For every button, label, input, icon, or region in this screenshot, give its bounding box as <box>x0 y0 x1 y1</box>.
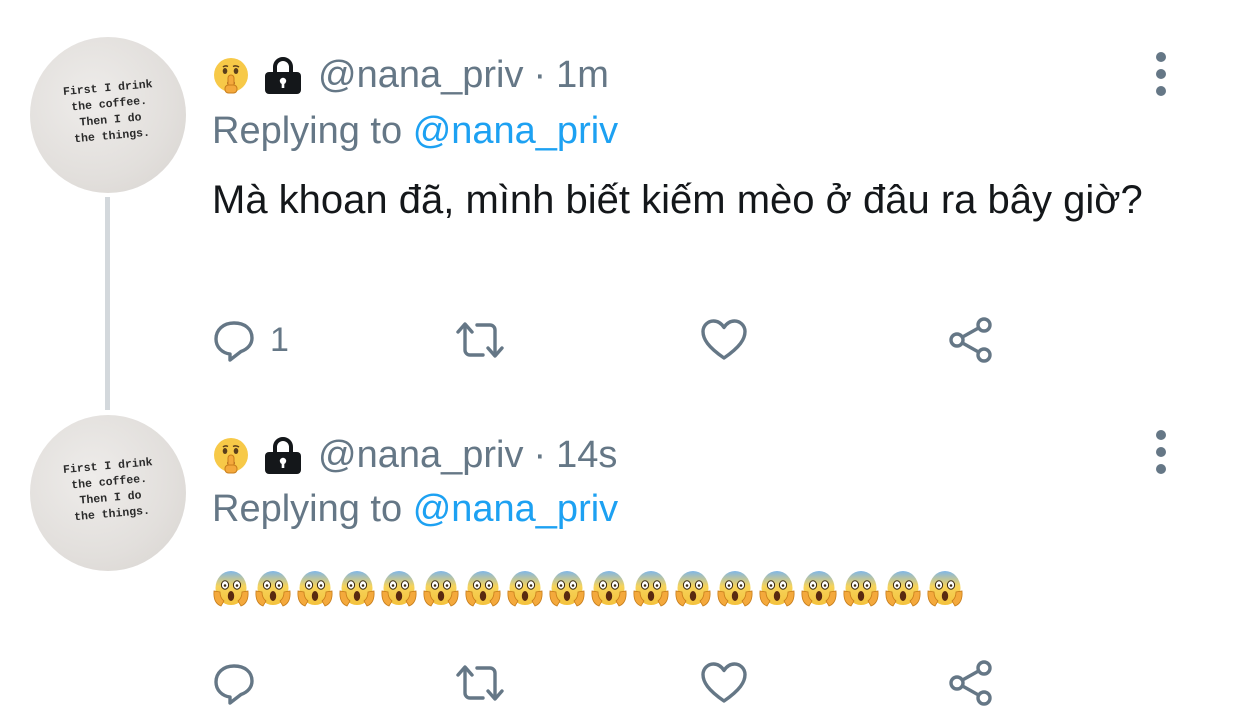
separator: · <box>533 433 547 476</box>
heart-icon <box>701 319 747 360</box>
face-screaming-emoji <box>507 571 543 607</box>
face-screaming-emoji <box>801 571 837 607</box>
face-screaming-emoji <box>927 571 963 607</box>
tweet-actions: 1 <box>212 315 1012 365</box>
face-screaming-emoji <box>381 571 417 607</box>
face-screaming-emoji <box>213 571 249 607</box>
user-handle[interactable]: @nana_priv <box>318 54 523 97</box>
reply-count: 1 <box>270 320 289 359</box>
face-screaming-emoji <box>297 571 333 607</box>
lock-icon <box>265 437 301 474</box>
mention-link[interactable]: @nana_priv <box>413 488 618 530</box>
tweet-text <box>212 570 964 608</box>
face-screaming-emoji <box>423 571 459 607</box>
more-options-icon[interactable] <box>1150 52 1172 96</box>
tweet-header: @nana_priv · 1m <box>212 50 609 100</box>
retweet-icon <box>456 322 504 358</box>
replying-to-label: Replying to <box>212 110 403 152</box>
heart-icon <box>701 662 747 703</box>
face-screaming-emoji <box>675 571 711 607</box>
replying-to-label: Replying to <box>212 488 403 530</box>
separator: · <box>533 53 547 96</box>
more-options-icon[interactable] <box>1150 430 1172 474</box>
share-icon <box>949 660 992 706</box>
user-handle[interactable]: @nana_priv <box>318 434 523 477</box>
avatar-text: First I drink the coffee. Then I do the … <box>62 78 154 147</box>
replying-to: Replying to @nana_priv <box>212 110 618 153</box>
tweet[interactable]: First I drink the coffee. Then I do the … <box>0 400 1242 725</box>
shushing-face-icon <box>214 438 248 474</box>
lock-icon <box>265 57 301 94</box>
reply-icon <box>214 321 254 362</box>
thread-line <box>105 197 110 410</box>
retweet-icon <box>456 665 504 701</box>
face-screaming-emoji <box>885 571 921 607</box>
share-button[interactable] <box>947 315 995 365</box>
face-screaming-emoji <box>717 571 753 607</box>
tweet[interactable]: First I drink the coffee. Then I do the … <box>0 0 1242 400</box>
avatar-text: First I drink the coffee. Then I do the … <box>62 456 154 525</box>
retweet-button[interactable] <box>452 315 508 365</box>
mention-link[interactable]: @nana_priv <box>413 110 618 152</box>
tweet-actions <box>212 658 1012 708</box>
share-icon <box>949 317 992 363</box>
face-screaming-emoji <box>339 571 375 607</box>
reply-button[interactable]: 1 <box>212 315 289 365</box>
face-screaming-emoji <box>465 571 501 607</box>
shushing-face-icon <box>214 58 248 94</box>
tweet-text: Mà khoan đã, mình biết kiếm mèo ở đâu ra… <box>212 178 1143 222</box>
timestamp[interactable]: 1m <box>556 54 609 97</box>
like-button[interactable] <box>700 315 748 365</box>
tweet-header: @nana_priv · 14s <box>212 430 617 480</box>
avatar[interactable]: First I drink the coffee. Then I do the … <box>30 415 186 571</box>
retweet-button[interactable] <box>452 658 508 708</box>
face-screaming-emoji <box>633 571 669 607</box>
reply-button[interactable] <box>212 658 256 708</box>
avatar[interactable]: First I drink the coffee. Then I do the … <box>30 37 186 193</box>
like-button[interactable] <box>700 658 748 708</box>
face-screaming-emoji <box>591 571 627 607</box>
share-button[interactable] <box>947 658 995 708</box>
face-screaming-emoji <box>549 571 585 607</box>
face-screaming-emoji <box>843 571 879 607</box>
reply-icon <box>214 664 254 705</box>
face-screaming-emoji <box>759 571 795 607</box>
face-screaming-emoji <box>255 571 291 607</box>
replying-to: Replying to @nana_priv <box>212 488 618 531</box>
timestamp[interactable]: 14s <box>556 434 617 477</box>
